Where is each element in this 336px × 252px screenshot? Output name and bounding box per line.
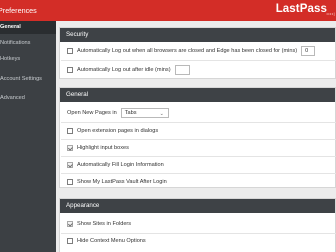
show-sites-checkbox[interactable] bbox=[67, 221, 73, 227]
show-vault-label: Show My LastPass Vault After Login bbox=[77, 179, 167, 185]
logout-idle-checkbox[interactable] bbox=[67, 67, 73, 73]
sidebar-item-hotkeys[interactable]: Hotkeys bbox=[0, 53, 56, 66]
highlight-row: Highlight input boxes bbox=[67, 142, 129, 154]
security-header: Security bbox=[60, 28, 335, 42]
appearance-header: Appearance bbox=[60, 199, 335, 213]
sidebar-item-general[interactable]: General bbox=[0, 21, 56, 34]
logout-idle-label: Automatically Log out after idle (mins) bbox=[77, 67, 171, 73]
logo-dots-icon: ••••| bbox=[326, 12, 335, 16]
show-vault-row: Show My LastPass Vault After Login bbox=[67, 176, 167, 188]
highlight-label: Highlight input boxes bbox=[77, 145, 129, 151]
divider bbox=[61, 139, 336, 140]
divider bbox=[61, 122, 336, 123]
appearance-section: Appearance Show Sites in Folders Hide Co… bbox=[59, 198, 336, 252]
chevron-down-icon: ⌄ bbox=[159, 111, 164, 117]
divider bbox=[61, 60, 336, 61]
autofill-checkbox[interactable] bbox=[67, 162, 73, 168]
open-pages-row: Open New Pages in Tabs ⌄ bbox=[67, 107, 169, 119]
open-ext-label: Open extension pages in dialogs bbox=[77, 128, 159, 134]
hide-context-row: Hide Context Menu Options bbox=[67, 235, 146, 247]
logout-closed-checkbox[interactable] bbox=[67, 48, 73, 54]
sidebar: General Notifications Hotkeys Account Se… bbox=[0, 21, 56, 252]
sidebar-item-advanced[interactable]: Advanced bbox=[0, 92, 56, 105]
show-sites-row: Show Sites in Folders bbox=[67, 218, 131, 230]
lastpass-logo: LastPass bbox=[275, 3, 327, 15]
logout-closed-row: Automatically Log out when all browsers … bbox=[67, 45, 316, 57]
hide-context-label: Hide Context Menu Options bbox=[77, 238, 146, 244]
hide-context-checkbox[interactable] bbox=[67, 238, 73, 244]
show-sites-label: Show Sites in Folders bbox=[77, 221, 132, 227]
logout-closed-label: Automatically Log out when all browsers … bbox=[77, 48, 298, 54]
security-section: Security Automatically Log out when all … bbox=[59, 27, 336, 79]
autofill-label: Automatically Fill Login Information bbox=[77, 162, 164, 168]
logout-idle-input[interactable] bbox=[174, 65, 190, 75]
autofill-row: Automatically Fill Login Information bbox=[67, 159, 164, 171]
divider bbox=[61, 233, 336, 234]
open-pages-value: Tabs bbox=[124, 110, 137, 116]
general-section: General Open New Pages in Tabs ⌄ Open ex… bbox=[59, 87, 336, 188]
open-ext-row: Open extension pages in dialogs bbox=[67, 125, 158, 137]
sidebar-item-account-settings[interactable]: Account Settings bbox=[0, 73, 56, 86]
sidebar-item-notifications[interactable]: Notifications bbox=[0, 37, 56, 50]
logout-closed-input[interactable]: 0 bbox=[301, 46, 316, 56]
open-pages-label: Open New Pages in bbox=[67, 110, 117, 116]
title-bar: Preferences LastPass ••••| bbox=[0, 0, 336, 21]
open-pages-select[interactable]: Tabs ⌄ bbox=[120, 108, 169, 118]
logout-idle-row: Automatically Log out after idle (mins) bbox=[67, 64, 190, 76]
general-header: General bbox=[60, 88, 335, 102]
preferences-content: Security Automatically Log out when all … bbox=[56, 21, 336, 252]
divider bbox=[61, 156, 336, 157]
highlight-checkbox[interactable] bbox=[67, 145, 73, 151]
divider bbox=[61, 173, 336, 174]
show-vault-checkbox[interactable] bbox=[67, 179, 73, 185]
window-title: Preferences bbox=[0, 6, 37, 15]
open-ext-checkbox[interactable] bbox=[67, 128, 73, 134]
